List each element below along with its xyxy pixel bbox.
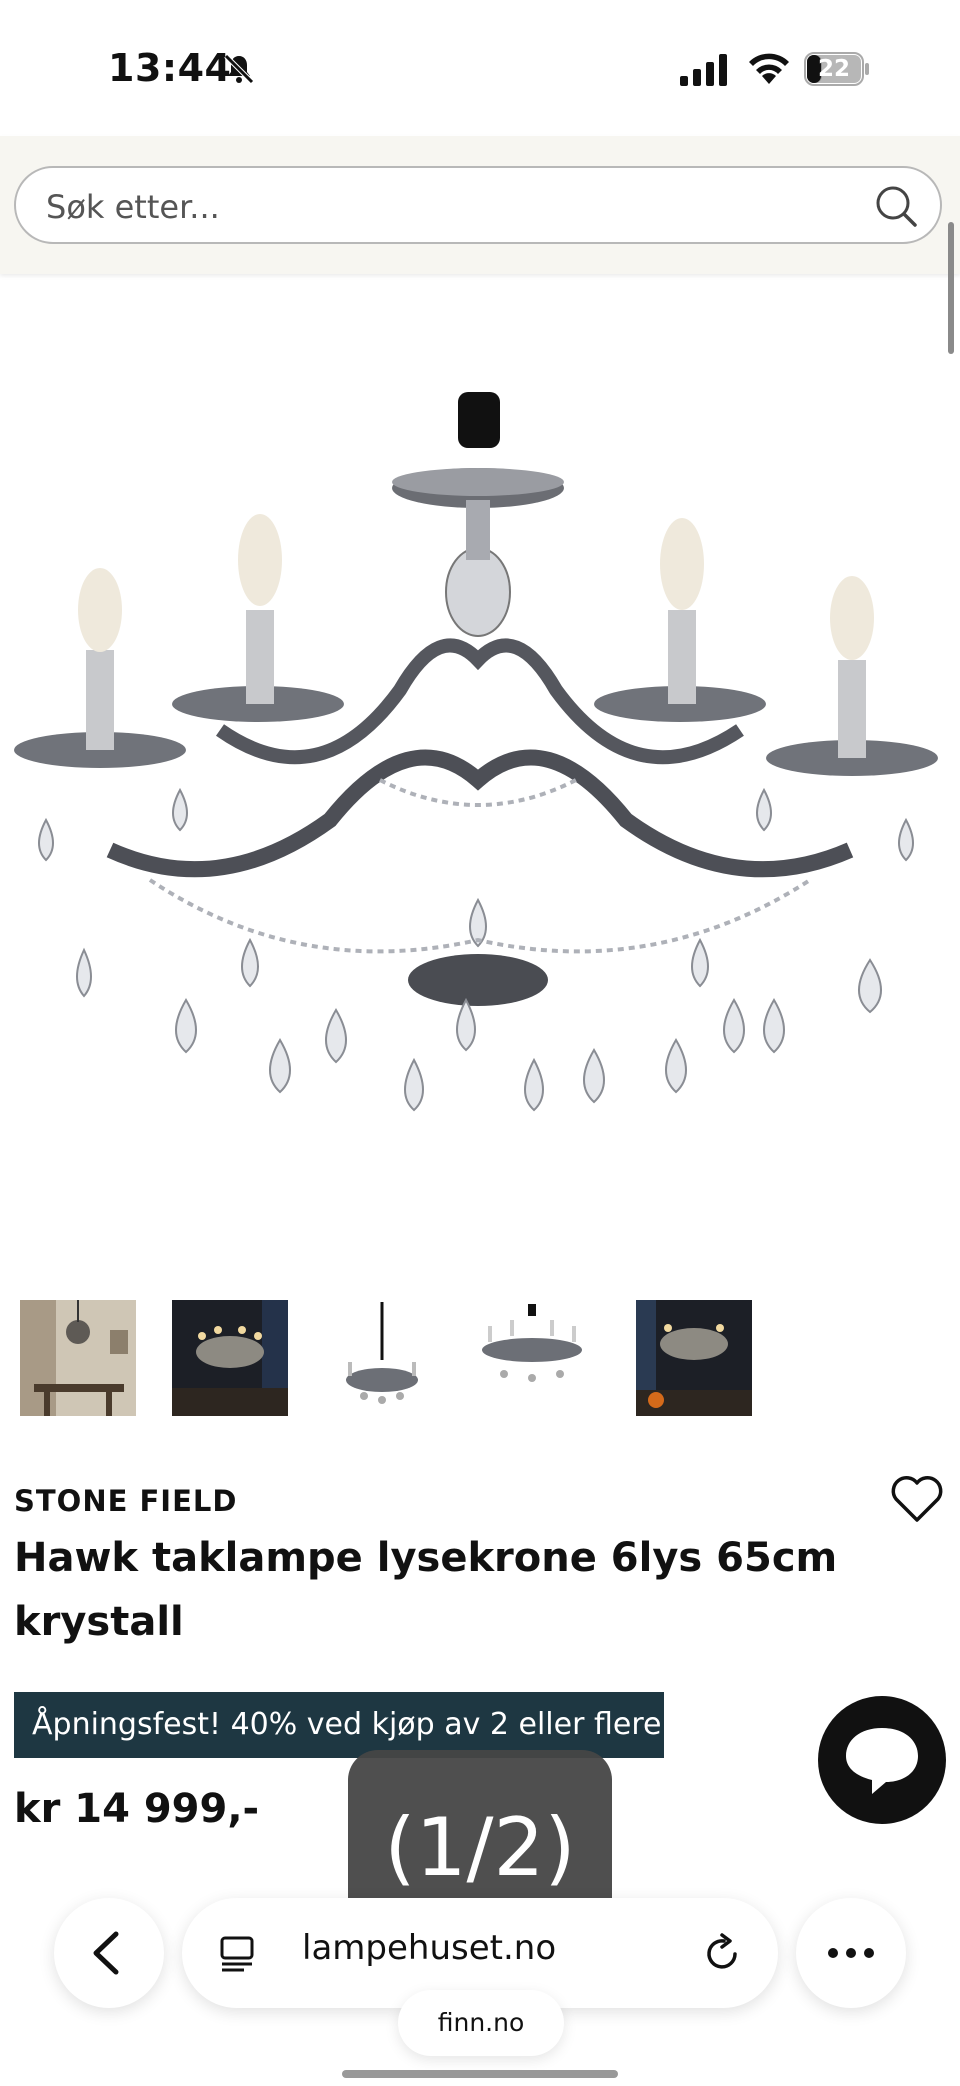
browser-toolbar: lampehuset.no finn.no xyxy=(0,1890,960,2086)
promo-banner: Åpningsfest! 40% ved kjøp av 2 eller fle… xyxy=(14,1692,664,1758)
reload-icon[interactable] xyxy=(702,1932,744,1974)
favorite-heart-icon[interactable] xyxy=(890,1472,944,1526)
page-scrollbar[interactable] xyxy=(948,222,954,354)
search-bar-container xyxy=(0,136,960,274)
search-box[interactable] xyxy=(14,166,942,244)
chat-bubble-icon xyxy=(846,1728,918,1794)
cellular-signal-icon xyxy=(680,54,727,86)
chat-button[interactable] xyxy=(818,1696,946,1824)
tab-label[interactable]: finn.no xyxy=(398,1990,564,2056)
product-price: kr 14 999,- xyxy=(14,1786,260,1832)
silent-bell-icon xyxy=(224,54,254,84)
more-options-button[interactable] xyxy=(796,1898,906,2008)
back-button[interactable] xyxy=(54,1898,164,2008)
search-input[interactable] xyxy=(44,178,848,236)
status-bar: 13:44 22 xyxy=(0,0,960,136)
thumbnail-strip xyxy=(0,1300,960,1420)
battery-level: 22 xyxy=(817,56,850,82)
thumbnail-dark-room-photo[interactable] xyxy=(172,1300,288,1416)
product-image-chandelier[interactable] xyxy=(0,360,960,1180)
thumbnail-room-photo[interactable] xyxy=(20,1300,136,1416)
wifi-icon xyxy=(749,53,789,84)
thumbnail-dark-room-photo-2[interactable] xyxy=(636,1300,752,1416)
search-icon[interactable] xyxy=(874,184,918,228)
home-indicator[interactable] xyxy=(342,2070,618,2078)
url-text[interactable]: lampehuset.no xyxy=(302,1928,556,1968)
thumbnail-chandelier-hanging[interactable] xyxy=(324,1300,440,1416)
reader-mode-icon[interactable] xyxy=(216,1932,258,1974)
product-brand[interactable]: STONE FIELD xyxy=(14,1484,237,1518)
thumbnail-chandelier-front[interactable] xyxy=(474,1300,590,1416)
chevron-left-icon xyxy=(93,1931,119,1975)
product-title: Hawk taklampe lysekrone 6lys 65cm krysta… xyxy=(14,1535,838,1645)
ellipsis-icon xyxy=(828,1948,874,1958)
status-time: 13:44 xyxy=(108,46,232,90)
